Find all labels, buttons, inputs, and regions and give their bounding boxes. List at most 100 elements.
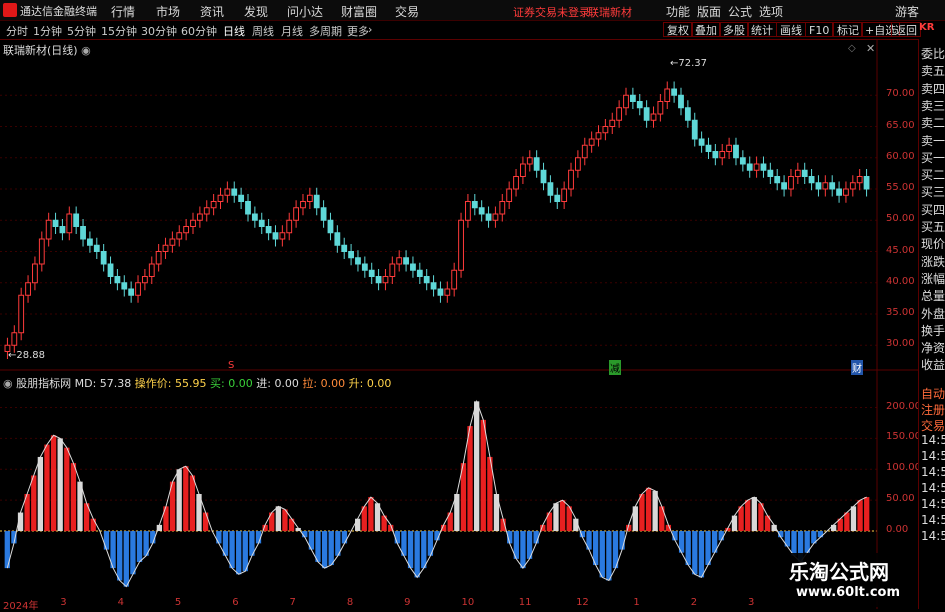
f10-button[interactable]: F10 [805, 22, 834, 37]
candle-body [444, 288, 451, 296]
menu-discover[interactable]: 发现 [244, 3, 268, 20]
indicator-bar [844, 512, 850, 532]
marker-finance[interactable]: 财 [851, 360, 863, 375]
period-intraday[interactable]: 分时 [6, 23, 28, 39]
candle-body [492, 213, 499, 221]
indicator-title: ◉ 股朋指标网 MD: 57.38 操作价: 55.95 买: 0.00 进: … [3, 375, 391, 391]
menu-news[interactable]: 资讯 [200, 3, 224, 20]
adjust-button[interactable]: 复权 [663, 22, 693, 37]
candle-body [361, 263, 368, 271]
guest-user[interactable]: 游客 [895, 3, 919, 20]
indicator-bar [202, 512, 209, 532]
indicator-bar [731, 515, 738, 532]
period-weekly[interactable]: 周线 [252, 23, 274, 39]
marker-reduce[interactable]: 减 [609, 360, 621, 375]
quote-panel-item: 14:5 [921, 433, 945, 447]
candle-body [815, 182, 822, 190]
candle-body [712, 151, 719, 159]
period-daily[interactable]: 日线 [223, 23, 245, 39]
indicator-bar [44, 444, 50, 532]
quote-panel-item: 涨跌 [921, 254, 945, 269]
candle-body [547, 182, 554, 196]
x-tick: 3 [748, 597, 755, 608]
mark-button[interactable]: 标记 [833, 22, 863, 37]
stats-button[interactable]: 统计 [747, 22, 777, 37]
period-60min[interactable]: 60分钟 [181, 23, 217, 39]
indicator-y-tick: 100.00 [886, 462, 921, 474]
menu-options[interactable]: 选项 [759, 3, 783, 20]
app-title: 通达信金融终端 [20, 5, 97, 18]
menu-market[interactable]: 市场 [156, 3, 180, 20]
candle-body [657, 101, 664, 115]
candle-body [788, 176, 794, 190]
login-warning[interactable]: 证券交易未登录 [513, 4, 590, 20]
period-5min[interactable]: 5分钟 [67, 23, 96, 39]
x-tick: 6 [232, 597, 239, 608]
x-tick: 2 [690, 597, 698, 608]
period-multi[interactable]: 多周期 [309, 23, 342, 39]
indicator-bar [189, 475, 196, 532]
menu-wealth[interactable]: 财富圈 [341, 3, 377, 20]
x-tick: 1 [633, 597, 640, 608]
quote-panel-item: 换手 [921, 323, 945, 338]
candle-body [300, 201, 306, 209]
indicator-bar [599, 531, 605, 578]
candle-body [403, 257, 409, 265]
menu-trade[interactable]: 交易 [395, 3, 419, 20]
chevron-right-icon[interactable]: › [368, 23, 372, 36]
candle-body [73, 213, 80, 227]
x-tick: 3 [60, 597, 67, 608]
candle-body [849, 182, 856, 190]
candle-body [279, 232, 286, 240]
candle-body [334, 232, 341, 246]
main-y-tick: 60.00 [886, 150, 915, 162]
candle-body [224, 188, 231, 196]
quote-panel-item: 14:5 [921, 465, 945, 479]
indicator-bar [559, 500, 566, 532]
candle-body [245, 201, 251, 215]
candle-body [293, 207, 300, 221]
menu-ask[interactable]: 问小达 [287, 3, 323, 20]
indicator-bar [738, 506, 744, 532]
overlay-button[interactable]: 叠加 [691, 22, 721, 37]
marker-s[interactable]: S [228, 360, 234, 371]
indicator-bar [355, 518, 361, 532]
indicator-bar [315, 531, 321, 562]
app-logo-icon [3, 3, 17, 17]
draw-line-button[interactable]: 画线 [776, 22, 806, 37]
candle-body [258, 219, 265, 227]
indicator-bar [407, 531, 414, 569]
candle-body [251, 213, 258, 221]
candle-body [568, 169, 574, 190]
indicator-bars [4, 401, 870, 587]
candle-body [753, 163, 760, 171]
period-1min[interactable]: 1分钟 [33, 23, 62, 39]
period-15min[interactable]: 15分钟 [101, 23, 137, 39]
indicator-bar [50, 435, 57, 532]
quote-panel-item: 卖二 [921, 116, 945, 131]
indicator-settings-icon[interactable]: ◉ [3, 377, 13, 390]
quote-panel-item: 委比 [921, 47, 945, 61]
menu-formula[interactable]: 公式 [728, 3, 752, 20]
back-button[interactable]: 返回 [891, 22, 921, 37]
indicator-y-tick: 50.00 [886, 493, 915, 505]
candle-body [135, 282, 141, 296]
candle-body [52, 219, 59, 227]
period-monthly[interactable]: 月线 [281, 23, 303, 39]
candle-body [678, 94, 684, 109]
candle-body [430, 282, 437, 290]
menu-layout[interactable]: 版面 [697, 3, 721, 20]
multi-stock-button[interactable]: 多股 [719, 22, 749, 37]
period-30min[interactable]: 30分钟 [141, 23, 177, 39]
indicator-bar [37, 456, 44, 532]
indicator-bar [480, 419, 486, 532]
period-toolbar: 分时 1分钟 5分钟 15分钟 30分钟 60分钟 日线 周线 月线 多周期 更… [0, 21, 945, 40]
menu-function[interactable]: 功能 [666, 3, 690, 20]
charts-canvas[interactable] [0, 39, 918, 609]
main-y-tick: 50.00 [886, 213, 915, 225]
main-y-tick: 45.00 [886, 244, 915, 256]
candle-body [623, 94, 629, 109]
quote-panel-item: 净资 [921, 341, 945, 356]
period-more[interactable]: 更多 [347, 23, 369, 39]
menu-quotes[interactable]: 行情 [111, 3, 135, 20]
